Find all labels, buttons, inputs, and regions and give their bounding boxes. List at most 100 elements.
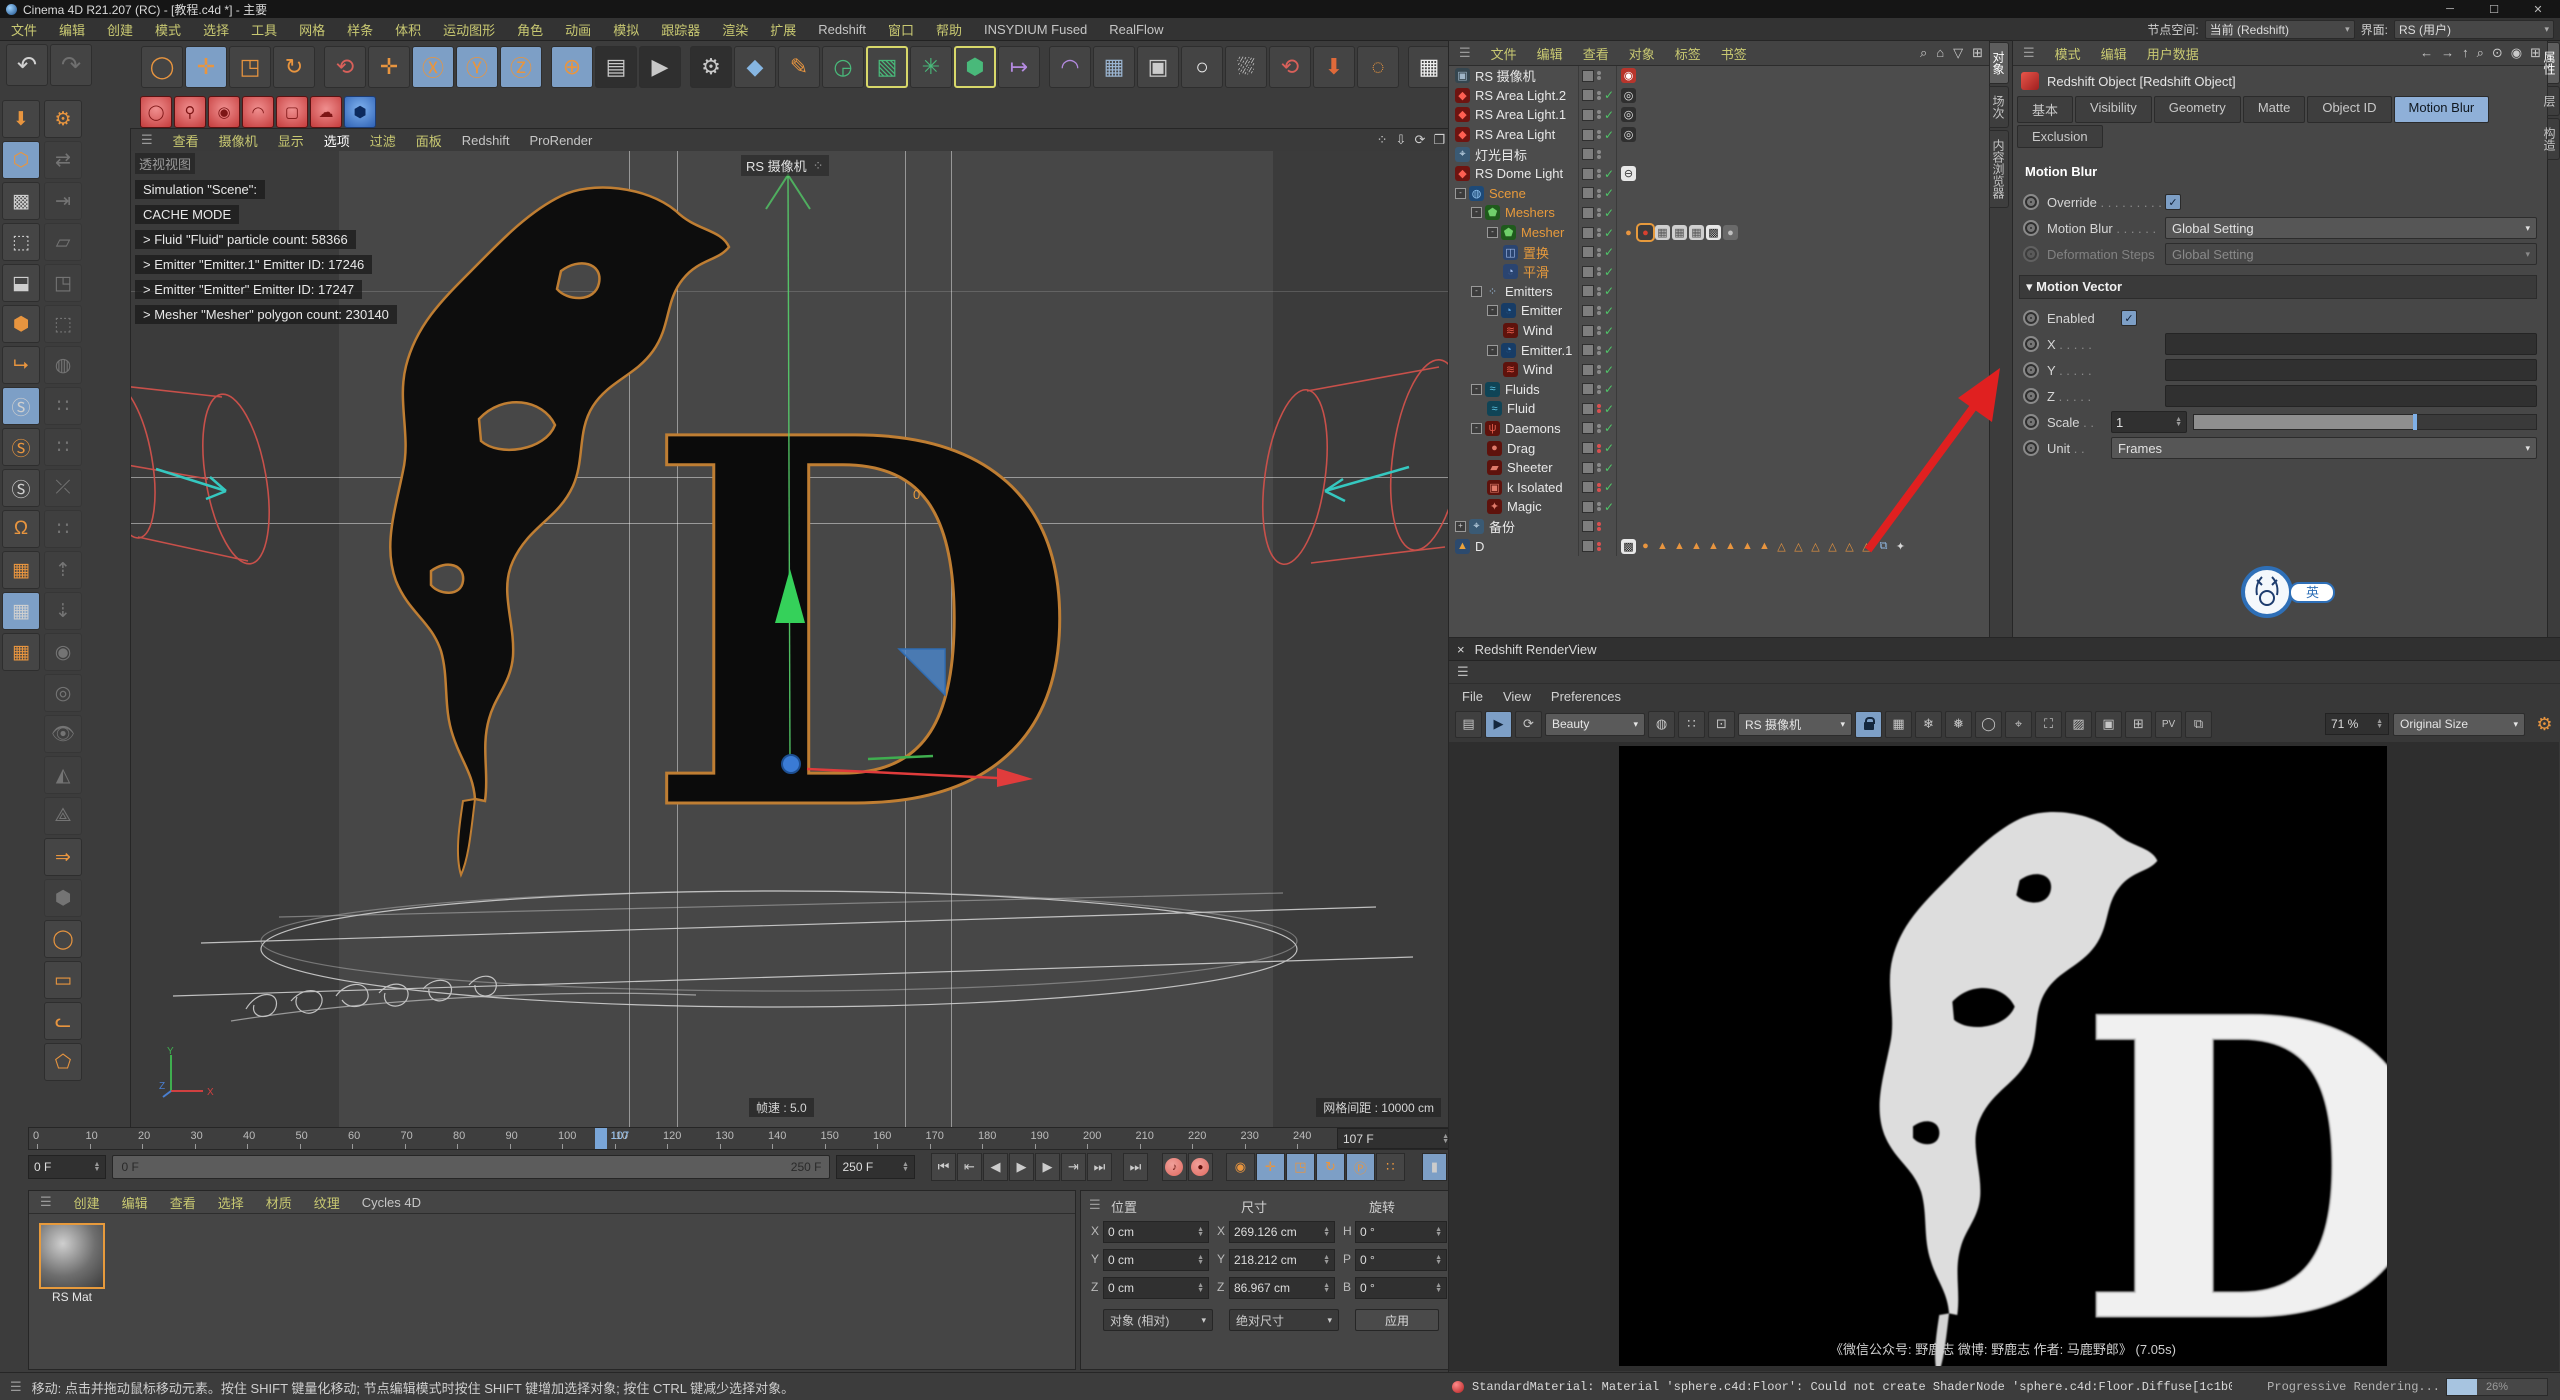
size-Y-field[interactable]: 218.212 cm▲▼	[1229, 1249, 1335, 1271]
tree-row-RS Area Light.1[interactable]: ◆RS Area Light.1✓◎	[1449, 105, 1989, 125]
vp-corner-icon-1[interactable]: ⇩	[1396, 132, 1407, 148]
tool-render-picture-viewer[interactable]: ▶	[639, 46, 681, 88]
toggle-column[interactable]: ✓	[1578, 340, 1617, 360]
am-tab-属性[interactable]: 属性	[2547, 42, 2560, 84]
mat-menu-材质[interactable]: 材质	[255, 1193, 303, 1212]
visibility-dots[interactable]	[1597, 267, 1601, 276]
mat-menu-查看[interactable]: 查看	[159, 1193, 207, 1212]
current-frame-marker[interactable]	[595, 1128, 607, 1149]
toggle-column[interactable]: ✓	[1578, 301, 1617, 321]
am-burger-icon[interactable]: ☰	[2013, 45, 2045, 61]
material-burger-icon[interactable]: ☰	[29, 1194, 63, 1210]
am-header-icon-3[interactable]: ⌕	[2477, 45, 2484, 61]
size-Z-field[interactable]: 86.967 cm▲▼	[1229, 1277, 1335, 1299]
x-input[interactable]	[2165, 333, 2537, 355]
rv-focus-target[interactable]: ⌖	[2005, 711, 2032, 738]
tag-tri-icon[interactable]: ▲	[1689, 539, 1704, 554]
visibility-dots[interactable]	[1597, 326, 1601, 335]
toggle-column[interactable]: ✓	[1578, 105, 1617, 125]
am-header-icon-0[interactable]: ←	[2420, 45, 2433, 61]
tool-lock-y-axis[interactable]: Ⓨ	[456, 46, 498, 88]
enabled-check-icon[interactable]: ✓	[1604, 480, 1614, 494]
tool-spline-pen[interactable]: ✎	[778, 46, 820, 88]
renderview-close-icon[interactable]: ×	[1457, 642, 1465, 657]
dock-vertex-dots-2[interactable]: ∷	[44, 428, 82, 466]
dock-vertex-up[interactable]: ⇡	[44, 551, 82, 589]
menu-样条[interactable]: 样条	[336, 20, 384, 39]
vp-menu-查看[interactable]: 查看	[163, 131, 209, 150]
menu-运动图形[interactable]: 运动图形	[432, 20, 506, 39]
tree-row-RS Dome Light[interactable]: ◆RS Dome Light✓⊖	[1449, 164, 1989, 184]
visibility-dots[interactable]	[1597, 365, 1601, 374]
tool-rotate-tool[interactable]: ↻	[273, 46, 315, 88]
tool-light[interactable]: ○	[1181, 46, 1223, 88]
tag-trio-icon[interactable]: △	[1774, 539, 1789, 554]
tool-subdivision-surface[interactable]: ◶	[822, 46, 864, 88]
layer-toggle[interactable]	[1582, 70, 1594, 82]
dock-snap-settings[interactable]: Ⓢ	[2, 469, 40, 507]
enabled-check-icon[interactable]: ✓	[1604, 421, 1614, 435]
tag-cam-icon[interactable]: ◉	[1621, 68, 1636, 83]
tool-last-tool[interactable]: ✛	[368, 46, 410, 88]
rv-zoom-value[interactable]: 71 %▲▼	[2325, 713, 2389, 735]
tag-tri-icon[interactable]: ▲	[1706, 539, 1721, 554]
visibility-dots[interactable]	[1597, 91, 1601, 100]
tool-field[interactable]: ↦	[998, 46, 1040, 88]
menu-渲染[interactable]: 渲染	[711, 20, 759, 39]
rv-bucket-grid[interactable]: ▦	[1885, 711, 1912, 738]
enabled-check-icon[interactable]: ✓	[1604, 206, 1614, 220]
om-tab-场次[interactable]: 场次	[1989, 86, 2009, 128]
minimize-button[interactable]: ─	[2428, 0, 2472, 18]
menu-窗口[interactable]: 窗口	[877, 20, 925, 39]
mat-menu-选择[interactable]: 选择	[207, 1193, 255, 1212]
expander-icon[interactable]: -	[1471, 423, 1482, 434]
expander-icon[interactable]: -	[1487, 227, 1498, 238]
shelf-rf-circle[interactable]: ◯	[140, 96, 172, 128]
layer-toggle[interactable]	[1582, 540, 1594, 552]
tree-row-灯光目标[interactable]: ⌖灯光目标	[1449, 144, 1989, 164]
camera-name-label[interactable]: RS 摄像机⁘	[741, 155, 829, 176]
layer-toggle[interactable]	[1582, 364, 1594, 376]
tree-row-Fluids[interactable]: -≈Fluids✓	[1449, 380, 1989, 400]
rv-region-circle[interactable]: ◯	[1975, 711, 2002, 738]
om-menu-查看[interactable]: 查看	[1573, 44, 1619, 63]
dock-transfer-tool[interactable]: ⇄	[44, 141, 82, 179]
visibility-dots[interactable]	[1597, 542, 1601, 551]
dock-edges-mode[interactable]: ⬓	[2, 264, 40, 302]
om-header-icon-0[interactable]: ⌕	[1920, 45, 1927, 61]
visibility-dots[interactable]	[1597, 306, 1601, 315]
tag-dome-icon[interactable]: ⊖	[1621, 166, 1636, 181]
vp-menu-过滤[interactable]: 过滤	[360, 131, 406, 150]
rotation-P-field[interactable]: 0 °▲▼	[1355, 1249, 1447, 1271]
motion-blur-select[interactable]: Global Setting▾	[2165, 217, 2537, 239]
tree-row-Fluid[interactable]: ≈Fluid✓	[1449, 399, 1989, 419]
tool-lock-z-axis[interactable]: Ⓩ	[500, 46, 542, 88]
layer-toggle[interactable]	[1582, 383, 1594, 395]
coords-burger-icon[interactable]: ☰	[1089, 1197, 1101, 1213]
tool-deformer[interactable]: ◠	[1049, 46, 1091, 88]
tree-row-Wind[interactable]: ≋Wind✓	[1449, 321, 1989, 341]
dock-arrange-a[interactable]: ▱	[44, 223, 82, 261]
shelf-rf-camera[interactable]: ◉	[208, 96, 240, 128]
enabled-check-icon[interactable]: ✓	[1604, 402, 1614, 416]
transport-goto-prev-key[interactable]: ⇤	[957, 1153, 982, 1181]
rv-snapshot-add[interactable]: ⊞	[2125, 711, 2152, 738]
undo-button[interactable]: ↶	[6, 44, 48, 86]
visibility-dots[interactable]	[1597, 483, 1601, 492]
motion-blur-radio-icon[interactable]	[2023, 220, 2039, 236]
shelf-rf-dome[interactable]: ◠	[242, 96, 274, 128]
keyframe-key-parameter[interactable]: Ⓟ	[1346, 1153, 1375, 1181]
om-header-icon-2[interactable]: ▽	[1953, 45, 1963, 61]
menu-帮助[interactable]: 帮助	[925, 20, 973, 39]
maximize-button[interactable]: ☐	[2472, 0, 2516, 18]
rv-picture-viewer[interactable]: PV	[2155, 711, 2182, 738]
vp-menu-选项[interactable]: 选项	[314, 131, 360, 150]
toggle-column[interactable]: ✓	[1578, 223, 1617, 243]
attr-tab-Object ID[interactable]: Object ID	[2307, 96, 2391, 123]
tree-row-RS Area Light.2[interactable]: ◆RS Area Light.2✓◎	[1449, 86, 1989, 106]
transport-goto-end[interactable]: ⏭	[1087, 1153, 1112, 1181]
menu-网格[interactable]: 网格	[288, 20, 336, 39]
dock-mirror-tool[interactable]: ⇥	[44, 182, 82, 220]
expander-icon[interactable]: +	[1455, 521, 1466, 532]
transport-play-forward[interactable]: ▶	[1009, 1153, 1034, 1181]
